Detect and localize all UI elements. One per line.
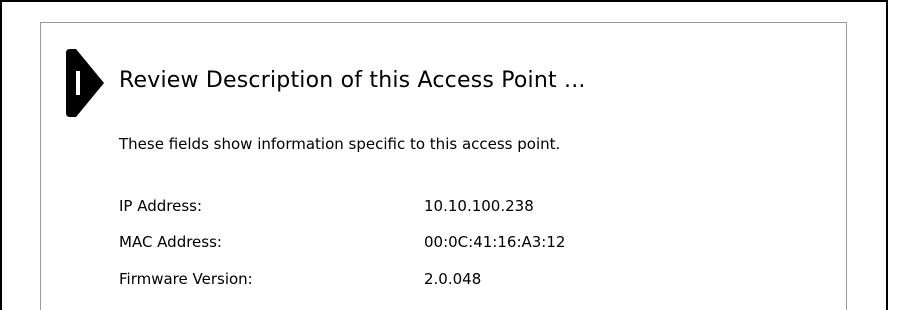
page-title: Review Description of this Access Point … xyxy=(119,68,586,93)
intro-text: These fields show information specific t… xyxy=(119,135,561,153)
firmware-version-label: Firmware Version: xyxy=(119,270,253,288)
firmware-version-value: 2.0.048 xyxy=(424,270,482,288)
mac-address-label: MAC Address: xyxy=(119,233,222,251)
step-arrow-icon xyxy=(64,49,104,117)
ip-address-value: 10.10.100.238 xyxy=(424,197,534,215)
mac-address-value: 00:0C:41:16:A3:12 xyxy=(424,233,566,251)
mac-address-row: MAC Address: 00:0C:41:16:A3:12 xyxy=(119,231,719,253)
ip-address-label: IP Address: xyxy=(119,197,203,215)
ip-address-row: IP Address: 10.10.100.238 xyxy=(119,195,719,217)
firmware-version-row: Firmware Version: 2.0.048 xyxy=(119,268,719,290)
